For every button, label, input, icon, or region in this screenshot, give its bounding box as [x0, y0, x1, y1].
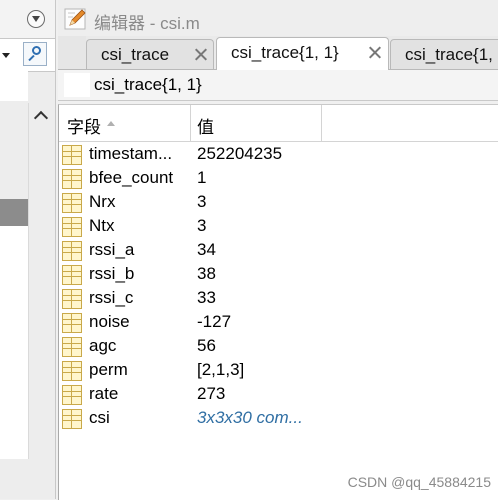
- watermark: CSDN @qq_45884215: [347, 474, 491, 490]
- field-value: -127: [197, 312, 232, 331]
- table-row[interactable]: Ntx 3: [59, 215, 498, 239]
- table-body: timestam... 252204235 bfee_count 1 Nrx 3 Ntx 3 r…: [59, 143, 498, 431]
- left-address-bar: [0, 38, 55, 72]
- field-name: perm: [89, 360, 128, 379]
- table-row[interactable]: timestam... 252204235: [59, 143, 498, 167]
- left-scrollbar[interactable]: [28, 103, 54, 459]
- close-icon[interactable]: [194, 48, 207, 61]
- table-row[interactable]: rssi_a 34: [59, 239, 498, 263]
- field-value: 252204235: [197, 144, 283, 163]
- left-selected-item[interactable]: [0, 199, 28, 226]
- tab-label: csi_trace{1,: [405, 45, 493, 64]
- struct-field-icon: [62, 313, 82, 333]
- field-name: rssi_a: [89, 240, 135, 259]
- search-icon[interactable]: [23, 42, 47, 66]
- struct-field-icon: [62, 241, 82, 261]
- dropdown-arrow-icon[interactable]: [2, 53, 10, 58]
- field-value: 3: [197, 192, 207, 211]
- tab-csi-trace[interactable]: csi_trace: [86, 39, 214, 69]
- struct-field-icon: [62, 265, 82, 285]
- field-value[interactable]: 3x3x30 com...: [197, 408, 303, 428]
- field-name: agc: [89, 336, 117, 355]
- tab-label: csi_trace: [101, 45, 170, 64]
- tab-strip: csi_trace csi_trace{1, 1} csi_trace{1,: [58, 36, 498, 70]
- field-value: 34: [197, 240, 216, 259]
- struct-field-icon: [62, 145, 82, 165]
- close-icon[interactable]: [368, 46, 381, 59]
- variable-path[interactable]: csi_trace{1, 1}: [94, 75, 202, 95]
- struct-field-icon: [62, 385, 82, 405]
- chevron-down-circle-icon[interactable]: [27, 10, 45, 28]
- column-header-value[interactable]: 值: [197, 113, 214, 138]
- struct-field-icon: [62, 409, 82, 429]
- field-value: 38: [197, 264, 216, 283]
- tab-csi-trace-1-1[interactable]: csi_trace{1, 1}: [216, 37, 389, 70]
- table-row[interactable]: noise -127: [59, 311, 498, 335]
- field-name: timestam...: [89, 144, 173, 163]
- table-row[interactable]: rssi_b 38: [59, 263, 498, 287]
- table-row[interactable]: perm [2,1,3]: [59, 359, 498, 383]
- field-value: 1: [197, 168, 207, 187]
- table-row[interactable]: rate 273: [59, 383, 498, 407]
- field-name: rssi_c: [89, 288, 134, 307]
- tab-csi-trace-overflow[interactable]: csi_trace{1,: [390, 39, 498, 69]
- left-panel: [0, 0, 56, 499]
- table-row[interactable]: csi 3x3x30 com...: [59, 407, 498, 431]
- field-value: 33: [197, 288, 216, 307]
- tab-label: csi_trace{1, 1}: [231, 43, 339, 62]
- variable-path-bar: csi_trace{1, 1}: [58, 70, 498, 101]
- field-name: bfee_count: [89, 168, 174, 187]
- struct-field-icon: [62, 217, 82, 237]
- field-name: noise: [89, 312, 130, 331]
- field-name: csi: [89, 408, 110, 427]
- variable-editor: 编辑器 - csi.m csi_trace csi_trace{1, 1} cs…: [58, 0, 498, 500]
- editor-title-bar: 编辑器 - csi.m: [58, 0, 498, 38]
- struct-field-icon: [62, 337, 82, 357]
- editor-title: 编辑器 - csi.m: [94, 14, 200, 33]
- field-name: rate: [89, 384, 119, 403]
- struct-field-icon: [62, 289, 82, 309]
- column-header-field[interactable]: 字段: [67, 113, 101, 138]
- field-name: rssi_b: [89, 264, 135, 283]
- field-name: Ntx: [89, 216, 115, 235]
- table-header: 字段 值: [59, 105, 498, 142]
- left-panel-header: [0, 0, 55, 38]
- struct-field-icon: [62, 361, 82, 381]
- table-row[interactable]: rssi_c 33: [59, 287, 498, 311]
- field-name: Nrx: [89, 192, 116, 211]
- field-value: [2,1,3]: [197, 360, 245, 379]
- scroll-up-icon[interactable]: [33, 110, 49, 126]
- field-value: 56: [197, 336, 216, 355]
- struct-field-icon: [62, 193, 82, 213]
- table-row[interactable]: agc 56: [59, 335, 498, 359]
- pencil-icon: [64, 8, 86, 30]
- left-list-area-lower: [0, 226, 28, 459]
- variable-path-marker: [64, 73, 90, 97]
- field-value: 273: [197, 384, 226, 403]
- sort-ascending-icon[interactable]: [107, 121, 115, 126]
- struct-table: 字段 值 timestam... 252204235 bfee_count 1 Nrx 3…: [58, 104, 498, 500]
- left-list-area: [0, 71, 28, 101]
- table-row[interactable]: bfee_count 1: [59, 167, 498, 191]
- table-row[interactable]: Nrx 3: [59, 191, 498, 215]
- struct-field-icon: [62, 169, 82, 189]
- field-value: 3: [197, 216, 207, 235]
